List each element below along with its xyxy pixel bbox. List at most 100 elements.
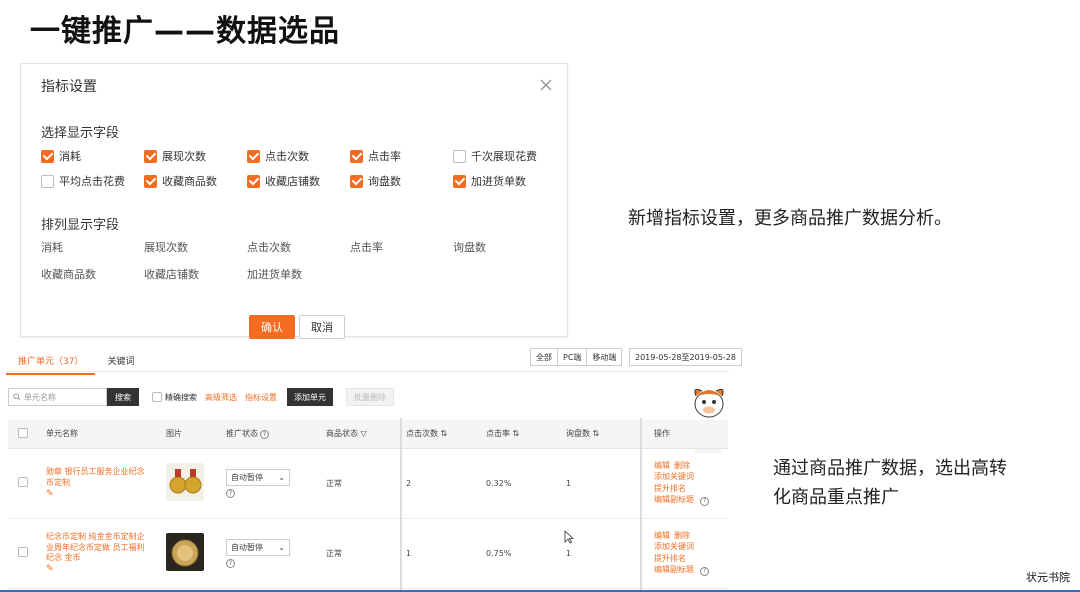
help-icon[interactable]: ?: [226, 488, 235, 498]
help-icon[interactable]: ?: [260, 430, 269, 440]
sort-icon[interactable]: ⇅: [593, 429, 600, 438]
checkbox-icon: [144, 174, 157, 188]
order-field-item[interactable]: 点击次数: [247, 239, 350, 255]
order-field-item[interactable]: 加进货单数: [247, 266, 350, 282]
filter-icon[interactable]: ▽: [361, 429, 367, 438]
segment-mobile[interactable]: 移动端: [586, 348, 623, 366]
search-input[interactable]: 单元名称: [8, 388, 107, 406]
clicks-cell: 2: [400, 448, 480, 519]
checkbox-icon: [247, 174, 260, 188]
segment-all[interactable]: 全部: [530, 348, 558, 366]
edit-pencil-icon[interactable]: ✎: [46, 489, 54, 499]
order-field-list: 消耗 展现次数 点击次数 点击率 询盘数 收藏商品数 收藏店铺数 加进货单数: [41, 239, 561, 282]
search-button[interactable]: 搜索: [107, 388, 139, 406]
order-field-item[interactable]: 询盘数: [453, 239, 556, 255]
header-ctr: 点击率 ⇅: [480, 420, 560, 449]
exact-search-checkbox[interactable]: 精确搜索: [152, 392, 197, 403]
batch-delete-button[interactable]: 批量删除: [346, 388, 394, 406]
boost-rank-link[interactable]: 提升排名: [654, 554, 686, 563]
help-icon[interactable]: ?: [226, 558, 235, 568]
inquiries-cell: 1: [560, 448, 648, 519]
edit-subtitle-link[interactable]: 编辑副标题: [654, 495, 694, 504]
sort-icon[interactable]: ⇅: [513, 429, 520, 438]
edit-pencil-icon[interactable]: ✎: [46, 564, 54, 574]
help-icon[interactable]: ?: [700, 497, 709, 507]
tab-divider: [6, 371, 729, 372]
chevron-down-icon: ⌄: [278, 472, 285, 482]
product-thumbnail: [166, 533, 204, 571]
metric-settings-link[interactable]: 指标设置: [245, 392, 277, 403]
toolbar: 单元名称 搜索 精确搜索 高级筛选 指标设置 添加单元 批量删除: [8, 388, 394, 406]
customer-service-mascot-icon[interactable]: [690, 384, 728, 422]
checkbox-icon: [247, 149, 260, 163]
order-field-item[interactable]: 收藏店铺数: [144, 266, 247, 282]
description-2: 通过商品推广数据，选出高转 化商品重点推广: [773, 455, 1007, 513]
mouse-cursor-icon: [564, 530, 574, 544]
column-scroll-divider: [400, 418, 402, 592]
table-header-row: 单元名称 图片 推广状态? 商品状态 ▽ 点击次数 ⇅ 点击率 ⇅ 询盘数 ⇅ …: [8, 420, 728, 449]
delete-link[interactable]: 删除: [674, 531, 690, 540]
table-row: 纪念币定制 纯金金币定制企业周年纪念币定做 员工福利纪念 金币 ✎ 自动暂停 ⌄ …: [8, 518, 728, 589]
add-keyword-link[interactable]: 添加关键词: [654, 472, 694, 481]
row-checkbox[interactable]: [8, 448, 40, 519]
field-checkbox-consumption[interactable]: 消耗: [41, 148, 144, 164]
order-field-item[interactable]: 点击率: [350, 239, 453, 255]
close-icon[interactable]: [537, 76, 555, 94]
boost-rank-link[interactable]: 提升排名: [654, 484, 686, 493]
header-clicks: 点击次数 ⇅: [400, 420, 480, 449]
edit-link[interactable]: 编辑: [654, 531, 670, 540]
field-checkbox-ctr[interactable]: 点击率: [350, 148, 453, 164]
sort-icon[interactable]: ⇅: [441, 429, 448, 438]
header-select-all[interactable]: [8, 420, 40, 449]
confirm-button[interactable]: 确认: [249, 315, 295, 339]
field-checkbox-grid: 消耗 展现次数 点击次数 点击率 千次展现花费 平均点击花费 收藏商品数 收藏店…: [41, 148, 561, 189]
select-fields-title: 选择显示字段: [41, 126, 120, 141]
modal-title: 指标设置: [41, 79, 97, 95]
unit-name-cell: 勋章 银行员工服务企业纪念币定制 ✎: [40, 448, 160, 519]
promo-status-cell: 自动暂停 ⌄ ?: [220, 448, 320, 519]
advanced-filter-link[interactable]: 高级筛选: [205, 392, 237, 403]
slide-title: 一键推广——数据选品: [30, 14, 340, 49]
search-placeholder: 单元名称: [24, 392, 56, 402]
checkbox-icon: [18, 427, 28, 438]
add-keyword-link[interactable]: 添加关键词: [654, 542, 694, 551]
image-cell: [160, 518, 220, 589]
description-2-line-2: 化商品重点推广: [773, 486, 899, 508]
field-checkbox-fav-shops[interactable]: 收藏店铺数: [247, 173, 350, 189]
order-field-item[interactable]: 展现次数: [144, 239, 247, 255]
field-checkbox-cart-adds[interactable]: 加进货单数: [453, 173, 556, 189]
row-checkbox[interactable]: [8, 518, 40, 589]
field-checkbox-impressions[interactable]: 展现次数: [144, 148, 247, 164]
ctr-cell: 0.75%: [480, 518, 560, 589]
field-checkbox-cpc[interactable]: 平均点击花费: [41, 173, 144, 189]
checkbox-icon: [152, 392, 162, 402]
inquiries-cell: 1: [560, 518, 648, 589]
device-segment: 全部 PC端 移动端: [530, 348, 623, 366]
checkbox-icon: [18, 547, 28, 557]
field-checkbox-fav-products[interactable]: 收藏商品数: [144, 173, 247, 189]
cancel-button[interactable]: 取消: [299, 315, 345, 339]
field-checkbox-cpm[interactable]: 千次展现花费: [453, 148, 556, 164]
help-icon[interactable]: ?: [700, 567, 709, 577]
operations-cell: 编辑 删除 添加关键词 提升排名 编辑副标题?: [648, 448, 728, 519]
product-status-cell: 正常: [320, 518, 400, 589]
order-field-item[interactable]: 消耗: [41, 239, 144, 255]
column-scroll-divider: [640, 418, 642, 592]
order-field-item[interactable]: 收藏商品数: [41, 266, 144, 282]
unit-name-link[interactable]: 纪念币定制 纯金金币定制企业周年纪念币定做 员工福利纪念 金币: [46, 532, 146, 564]
header-inquiries: 询盘数 ⇅: [560, 420, 648, 449]
checkbox-icon: [18, 477, 28, 487]
unit-name-link[interactable]: 勋章 银行员工服务企业纪念币定制: [46, 467, 146, 489]
date-range-picker[interactable]: 2019-05-28至2019-05-28: [629, 348, 742, 366]
promo-status-select[interactable]: 自动暂停 ⌄: [226, 538, 290, 556]
segment-pc[interactable]: PC端: [557, 348, 588, 366]
add-unit-button[interactable]: 添加单元: [287, 388, 333, 406]
delete-link[interactable]: 删除: [674, 461, 690, 470]
product-status-cell: 正常: [320, 448, 400, 519]
field-checkbox-inquiries[interactable]: 询盘数: [350, 173, 453, 189]
promo-status-select[interactable]: 自动暂停 ⌄: [226, 468, 290, 486]
edit-link[interactable]: 编辑: [654, 461, 670, 470]
edit-subtitle-link[interactable]: 编辑副标题: [654, 565, 694, 574]
field-checkbox-clicks[interactable]: 点击次数: [247, 148, 350, 164]
image-cell: [160, 448, 220, 519]
